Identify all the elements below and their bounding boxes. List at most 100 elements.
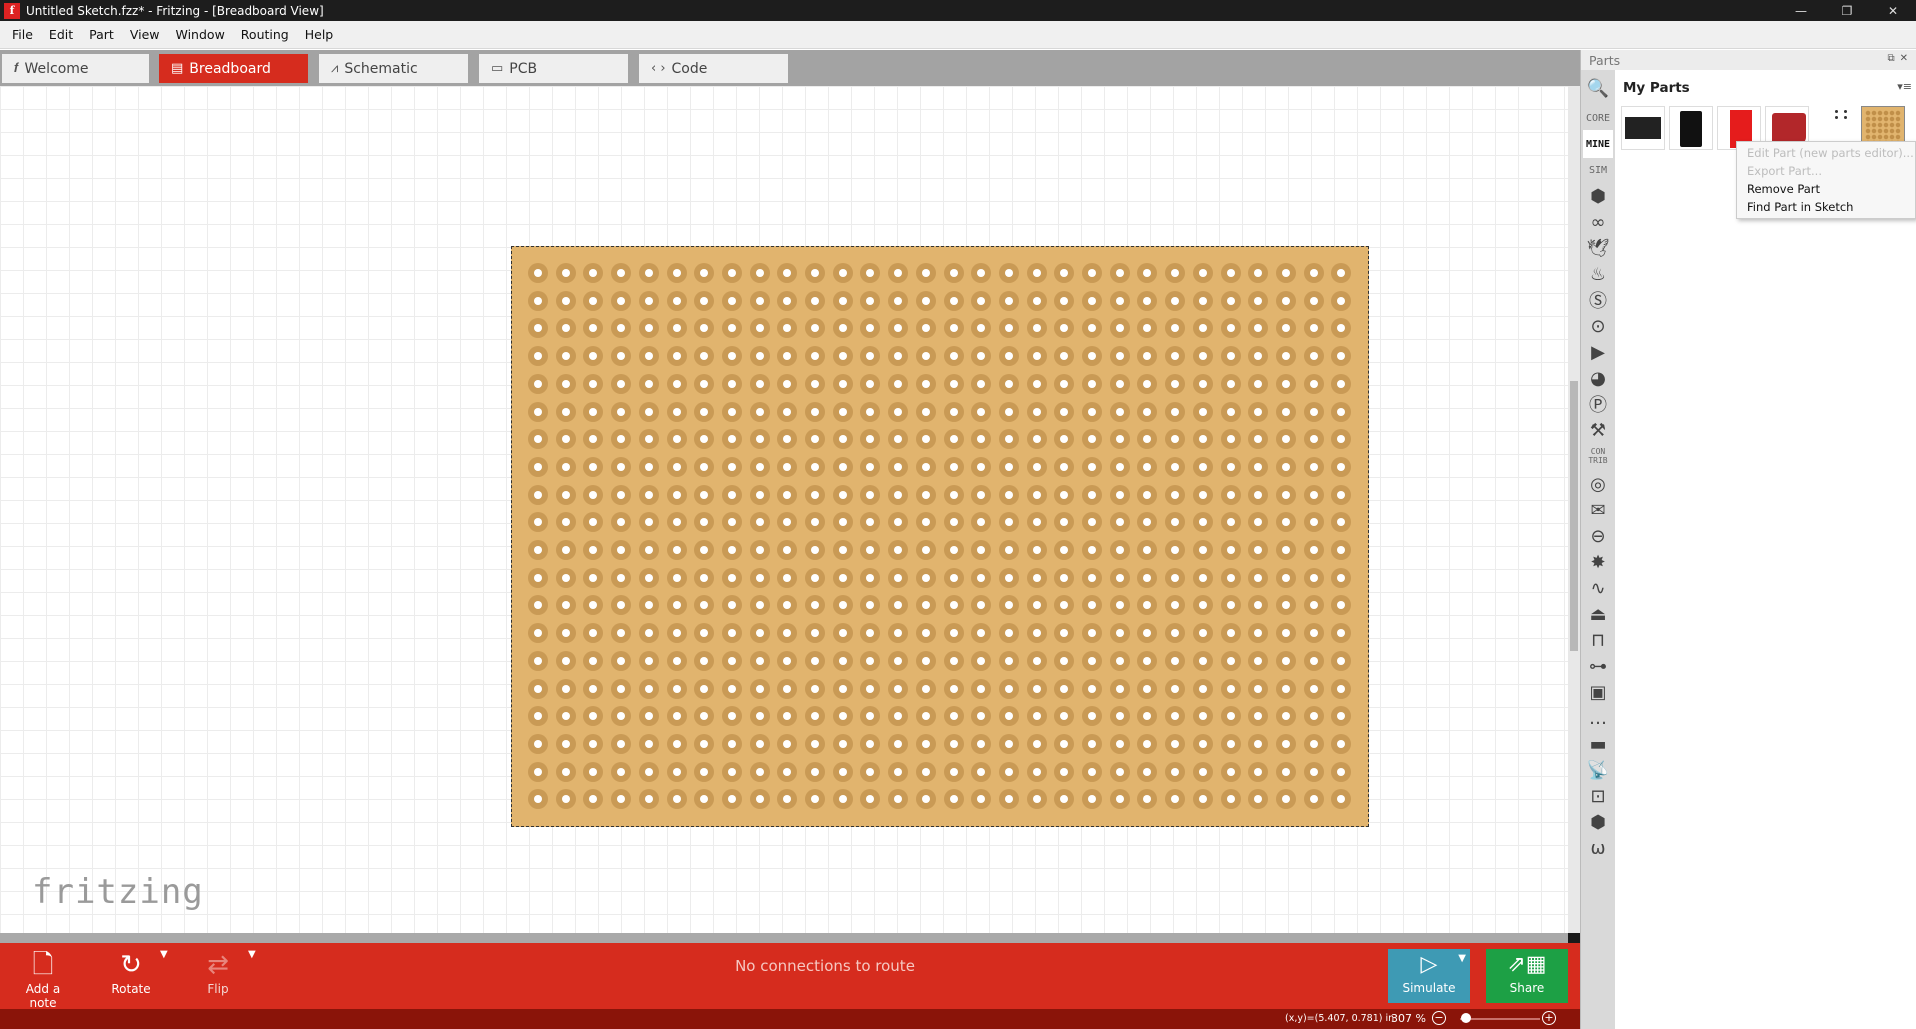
board-hole[interactable]: [721, 650, 742, 671]
board-hole[interactable]: [1109, 456, 1130, 477]
board-hole[interactable]: [971, 318, 992, 339]
board-hole[interactable]: [611, 678, 632, 699]
board-hole[interactable]: [555, 595, 576, 616]
board-hole[interactable]: [860, 789, 881, 810]
board-hole[interactable]: [721, 346, 742, 367]
board-hole[interactable]: [860, 678, 881, 699]
board-hole[interactable]: [1220, 789, 1241, 810]
board-hole[interactable]: [888, 540, 909, 560]
board-hole[interactable]: [971, 567, 992, 588]
board-hole[interactable]: [943, 456, 964, 477]
board-hole[interactable]: [638, 263, 659, 283]
breadboard-canvas[interactable]: fritzing: [0, 86, 1568, 933]
board-hole[interactable]: [1192, 595, 1213, 616]
board-hole[interactable]: [777, 567, 798, 588]
board-hole[interactable]: [1303, 789, 1324, 810]
board-hole[interactable]: [611, 346, 632, 367]
board-hole[interactable]: [943, 650, 964, 671]
board-hole[interactable]: [666, 733, 687, 754]
board-hole[interactable]: [1026, 373, 1047, 394]
board-hole[interactable]: [1192, 540, 1213, 560]
board-hole[interactable]: [694, 567, 715, 588]
board-hole[interactable]: [1165, 789, 1186, 810]
board-hole[interactable]: [888, 484, 909, 505]
board-hole[interactable]: [1331, 373, 1352, 394]
board-hole[interactable]: [694, 789, 715, 810]
board-hole[interactable]: [528, 761, 548, 782]
board-hole[interactable]: [583, 678, 604, 699]
menu-view[interactable]: View: [122, 27, 168, 42]
board-hole[interactable]: [1220, 678, 1241, 699]
board-hole[interactable]: [888, 263, 909, 283]
board-hole[interactable]: [1054, 706, 1075, 727]
board-hole[interactable]: [860, 706, 881, 727]
board-hole[interactable]: [1303, 540, 1324, 560]
board-hole[interactable]: [638, 512, 659, 533]
board-hole[interactable]: [638, 678, 659, 699]
board-hole[interactable]: [860, 567, 881, 588]
board-hole[interactable]: [777, 761, 798, 782]
board-hole[interactable]: [611, 318, 632, 339]
board-hole[interactable]: [528, 540, 548, 560]
board-hole[interactable]: [1192, 373, 1213, 394]
board-hole[interactable]: [1248, 733, 1269, 754]
gear-icon[interactable]: ✸: [1583, 548, 1613, 576]
board-hole[interactable]: [998, 373, 1019, 394]
board-hole[interactable]: [805, 761, 825, 782]
board-hole[interactable]: [1275, 512, 1296, 533]
board-hole[interactable]: [805, 456, 825, 477]
bin-contrib[interactable]: CON TRIB: [1583, 442, 1613, 470]
board-hole[interactable]: [915, 678, 936, 699]
menu-help[interactable]: Help: [297, 27, 342, 42]
board-hole[interactable]: [1109, 733, 1130, 754]
board-hole[interactable]: [1248, 263, 1269, 283]
board-hole[interactable]: [1082, 346, 1102, 367]
board-hole[interactable]: [860, 623, 881, 644]
board-hole[interactable]: [1275, 401, 1296, 422]
board-hole[interactable]: [555, 733, 576, 754]
board-hole[interactable]: [1109, 540, 1130, 560]
board-hole[interactable]: [1192, 346, 1213, 367]
board-hole[interactable]: [805, 650, 825, 671]
board-hole[interactable]: [943, 429, 964, 450]
board-hole[interactable]: [998, 706, 1019, 727]
board-hole[interactable]: [832, 706, 853, 727]
board-hole[interactable]: [998, 650, 1019, 671]
antenna-icon[interactable]: 📡: [1583, 756, 1613, 784]
board-hole[interactable]: [971, 733, 992, 754]
board-hole[interactable]: [1192, 623, 1213, 644]
scrollbar-thumb[interactable]: [1570, 381, 1578, 651]
board-hole[interactable]: [915, 346, 936, 367]
tab-pcb[interactable]: ▭ PCB: [479, 54, 628, 83]
board-hole[interactable]: [1248, 484, 1269, 505]
omega-bin-icon[interactable]: ω: [1583, 834, 1613, 862]
board-hole[interactable]: [1192, 733, 1213, 754]
board-hole[interactable]: [611, 290, 632, 311]
infineon-bin-icon[interactable]: ⊖: [1583, 522, 1613, 550]
board-hole[interactable]: [721, 540, 742, 560]
board-hole[interactable]: [1165, 484, 1186, 505]
board-hole[interactable]: [1109, 263, 1130, 283]
board-hole[interactable]: [1054, 789, 1075, 810]
zoom-slider[interactable]: [1460, 1018, 1540, 1020]
board-hole[interactable]: [832, 595, 853, 616]
board-hole[interactable]: [1026, 401, 1047, 422]
board-hole[interactable]: [749, 706, 770, 727]
board-hole[interactable]: [860, 540, 881, 560]
board-hole[interactable]: [1082, 623, 1102, 644]
board-hole[interactable]: [1109, 373, 1130, 394]
board-hole[interactable]: [1275, 595, 1296, 616]
board-hole[interactable]: [638, 456, 659, 477]
board-hole[interactable]: [1137, 373, 1158, 394]
board-hole[interactable]: [1165, 373, 1186, 394]
board-hole[interactable]: [832, 650, 853, 671]
board-hole[interactable]: [860, 761, 881, 782]
board-hole[interactable]: [694, 512, 715, 533]
board-hole[interactable]: [860, 401, 881, 422]
board-hole[interactable]: [943, 706, 964, 727]
board-hole[interactable]: [1303, 761, 1324, 782]
board-hole[interactable]: [638, 623, 659, 644]
board-hole[interactable]: [1275, 623, 1296, 644]
board-hole[interactable]: [1303, 650, 1324, 671]
board-hole[interactable]: [555, 373, 576, 394]
